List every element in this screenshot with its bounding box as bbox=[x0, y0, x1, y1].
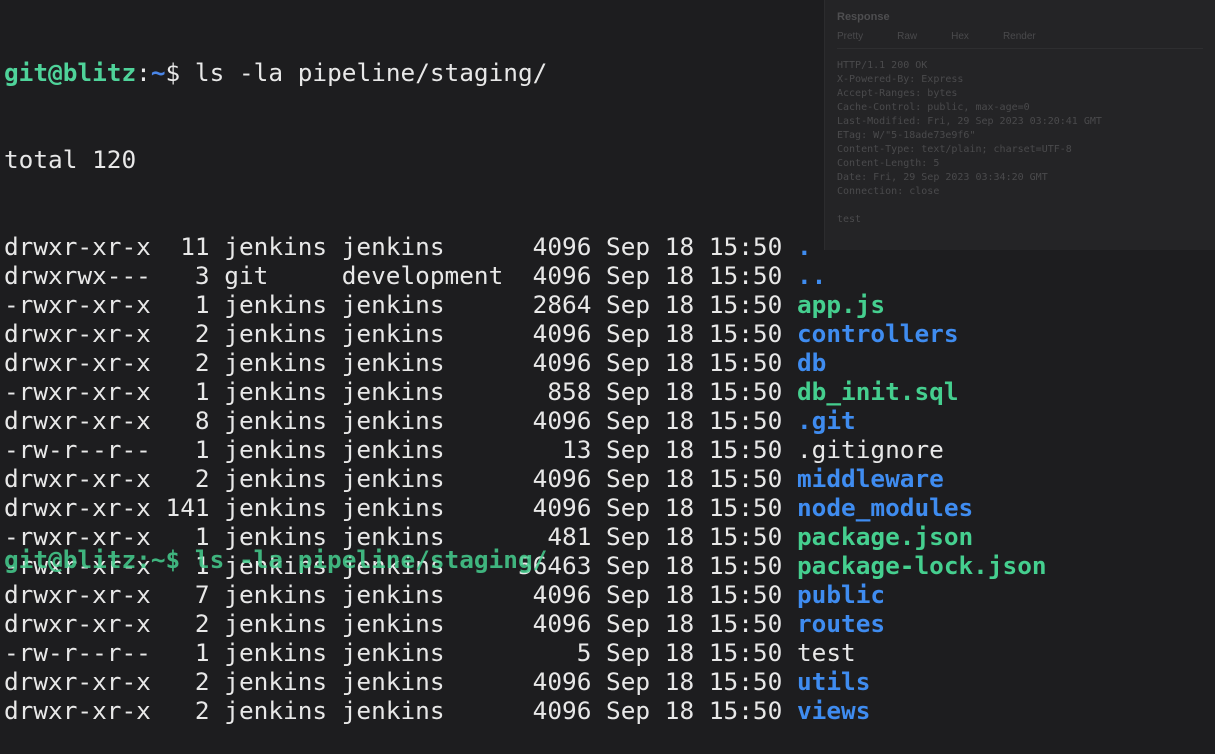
file-name: test bbox=[796, 638, 856, 667]
prompt-path: ~ bbox=[150, 58, 166, 87]
listing-meta: drwxr-xr-x 2 jenkins jenkins 4096 Sep 18… bbox=[4, 319, 797, 348]
file-name: package.json bbox=[796, 522, 974, 551]
listing-row: drwxr-xr-x 2 jenkins jenkins 4096 Sep 18… bbox=[4, 609, 1215, 638]
listing-meta: drwxr-xr-x 7 jenkins jenkins 4096 Sep 18… bbox=[4, 580, 797, 609]
prompt-user-host: git@blitz bbox=[4, 58, 137, 87]
listing-meta: -rwxr-xr-x 1 jenkins jenkins 858 Sep 18 … bbox=[4, 377, 797, 406]
next-prompt-line-partial: git@blitz:~$ ls -la pipeline/staging/ bbox=[4, 545, 548, 574]
total-line: total 120 bbox=[4, 145, 137, 174]
listing-row: drwxr-xr-x 7 jenkins jenkins 4096 Sep 18… bbox=[4, 580, 1215, 609]
listing-output: drwxr-xr-x 11 jenkins jenkins 4096 Sep 1… bbox=[4, 232, 1215, 725]
directory-name: middleware bbox=[796, 464, 944, 493]
directory-name: .git bbox=[796, 406, 856, 435]
directory-name: controllers bbox=[796, 319, 959, 348]
file-name: package-lock.json bbox=[796, 551, 1047, 580]
listing-meta: -rwxr-xr-x 1 jenkins jenkins 2864 Sep 18… bbox=[4, 290, 797, 319]
listing-row: drwxrwx--- 3 git development 4096 Sep 18… bbox=[4, 261, 1215, 290]
listing-row: -rw-r--r-- 1 jenkins jenkins 13 Sep 18 1… bbox=[4, 435, 1215, 464]
directory-name: node_modules bbox=[796, 493, 974, 522]
file-name: app.js bbox=[796, 290, 886, 319]
listing-meta: -rw-r--r-- 1 jenkins jenkins 5 Sep 18 15… bbox=[4, 638, 797, 667]
listing-meta: drwxr-xr-x 2 jenkins jenkins 4096 Sep 18… bbox=[4, 667, 797, 696]
listing-meta: drwxr-xr-x 2 jenkins jenkins 4096 Sep 18… bbox=[4, 609, 797, 638]
listing-row: drwxr-xr-x 11 jenkins jenkins 4096 Sep 1… bbox=[4, 232, 1215, 261]
listing-meta: drwxr-xr-x 2 jenkins jenkins 4096 Sep 18… bbox=[4, 464, 797, 493]
file-name: .gitignore bbox=[796, 435, 944, 464]
listing-row: -rwxr-xr-x 1 jenkins jenkins 2864 Sep 18… bbox=[4, 290, 1215, 319]
directory-name: . bbox=[796, 232, 812, 261]
directory-name: .. bbox=[796, 261, 827, 290]
listing-meta: drwxrwx--- 3 git development 4096 Sep 18… bbox=[4, 261, 797, 290]
listing-meta: drwxr-xr-x 8 jenkins jenkins 4096 Sep 18… bbox=[4, 406, 797, 435]
listing-meta: drwxr-xr-x 11 jenkins jenkins 4096 Sep 1… bbox=[4, 232, 797, 261]
directory-name: db bbox=[796, 348, 827, 377]
prompt-separator: : bbox=[136, 58, 151, 87]
terminal-window[interactable]: git@blitz:~$ ls -la pipeline/staging/ to… bbox=[0, 0, 1215, 725]
prompt-line: git@blitz:~$ ls -la pipeline/staging/ bbox=[4, 58, 1215, 87]
directory-name: routes bbox=[796, 609, 886, 638]
directory-name: views bbox=[796, 696, 871, 725]
prompt-symbol: $ bbox=[165, 58, 195, 87]
listing-row: drwxr-xr-x 2 jenkins jenkins 4096 Sep 18… bbox=[4, 348, 1215, 377]
listing-row: drwxr-xr-x 8 jenkins jenkins 4096 Sep 18… bbox=[4, 406, 1215, 435]
listing-row: drwxr-xr-x 2 jenkins jenkins 4096 Sep 18… bbox=[4, 464, 1215, 493]
directory-name: utils bbox=[796, 667, 871, 696]
listing-row: drwxr-xr-x 2 jenkins jenkins 4096 Sep 18… bbox=[4, 319, 1215, 348]
prompt-command: ls -la pipeline/staging/ bbox=[194, 58, 548, 87]
listing-row: -rwxr-xr-x 1 jenkins jenkins 858 Sep 18 … bbox=[4, 377, 1215, 406]
listing-meta: drwxr-xr-x 2 jenkins jenkins 4096 Sep 18… bbox=[4, 696, 797, 725]
listing-meta: -rw-r--r-- 1 jenkins jenkins 13 Sep 18 1… bbox=[4, 435, 797, 464]
listing-row: drwxr-xr-x 141 jenkins jenkins 4096 Sep … bbox=[4, 493, 1215, 522]
directory-name: public bbox=[796, 580, 886, 609]
listing-row: drwxr-xr-x 2 jenkins jenkins 4096 Sep 18… bbox=[4, 696, 1215, 725]
listing-meta: drwxr-xr-x 2 jenkins jenkins 4096 Sep 18… bbox=[4, 348, 797, 377]
listing-meta: drwxr-xr-x 141 jenkins jenkins 4096 Sep … bbox=[4, 493, 797, 522]
listing-row: -rw-r--r-- 1 jenkins jenkins 5 Sep 18 15… bbox=[4, 638, 1215, 667]
file-name: db_init.sql bbox=[796, 377, 959, 406]
listing-row: drwxr-xr-x 2 jenkins jenkins 4096 Sep 18… bbox=[4, 667, 1215, 696]
